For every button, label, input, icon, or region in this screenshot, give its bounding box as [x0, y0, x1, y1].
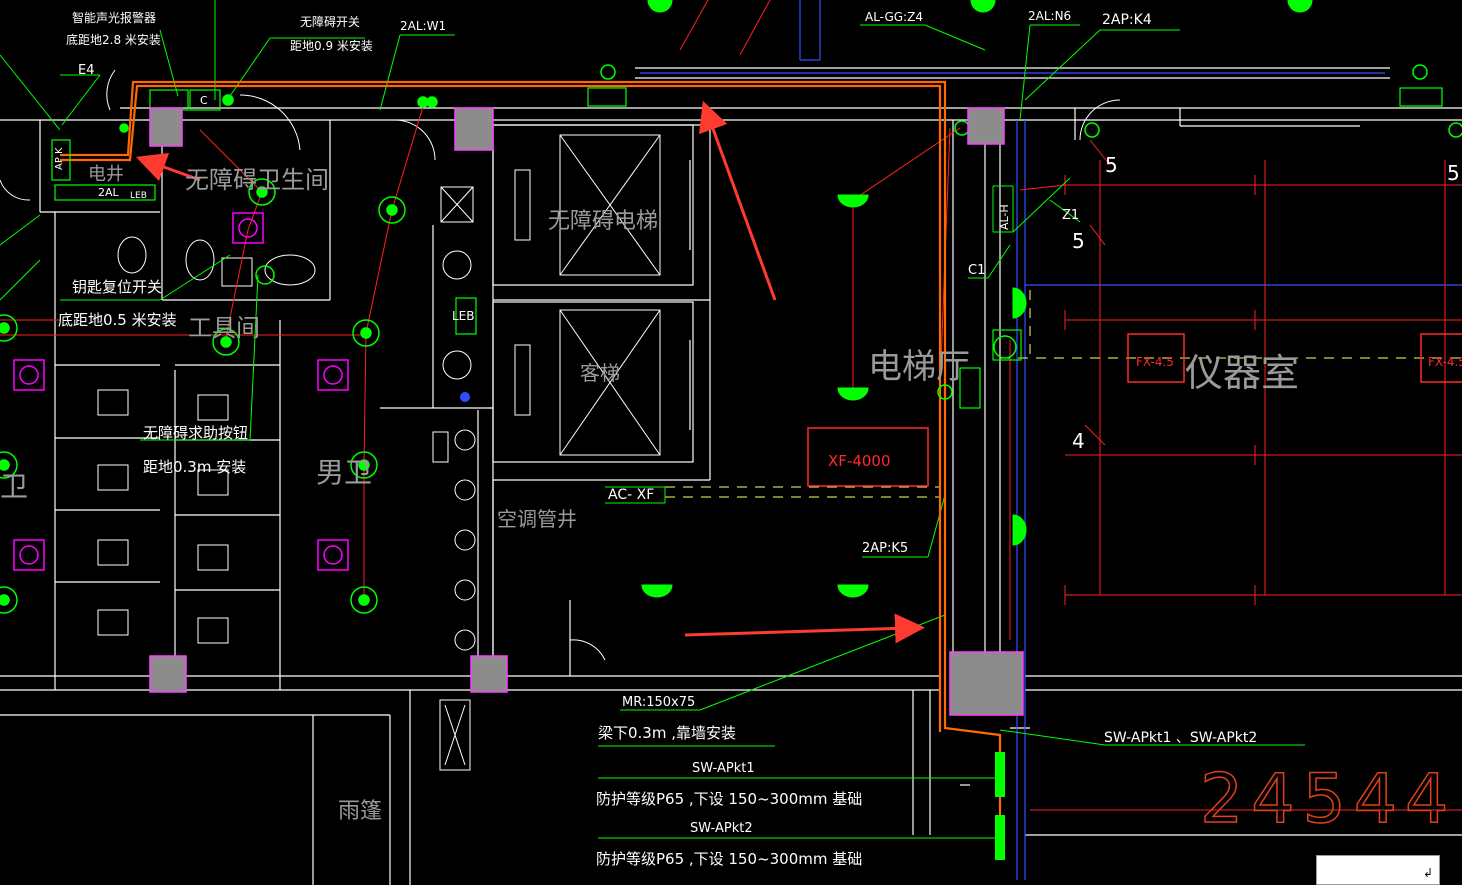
exhaust-fans: [13, 212, 349, 571]
xf4000-label: XF-4000: [828, 452, 891, 470]
alh-label: AL-H: [998, 204, 1011, 230]
big-dimension-number: 24544: [1200, 760, 1456, 839]
annotation-text: 智能声光报警器 底距地2.8 米安装 无障碍开关 距地0.9 米安装 E4 AP…: [54, 9, 1462, 868]
room-female-wc: 女卫: [0, 470, 28, 503]
leb-small-label: LEB: [130, 191, 147, 201]
ag-label: AL-GG:Z4: [865, 10, 923, 24]
leader-lines: [0, 0, 1305, 839]
sw2-spec: 防护等级P65 ,下设 150~300mm 基础: [596, 850, 862, 868]
panel-2al-label: 2AL: [98, 186, 120, 199]
sw-pair-label: SW-APkt1 、SW-APkt2: [1104, 730, 1257, 746]
wl-2al-label: 2AL:W1: [400, 19, 446, 33]
room-canopy: 雨篷: [338, 799, 382, 824]
room-male-wc: 男卫: [316, 456, 372, 489]
blue-lines: [640, 0, 1462, 880]
room-passenger-elevator: 客梯: [580, 361, 620, 385]
luminaires: [641, 0, 1313, 598]
sanitary-fixtures: [97, 186, 476, 651]
panel-apk-label: AP K: [54, 147, 65, 170]
room-ac-shaft: 空调管井: [497, 507, 577, 531]
floor-plan-canvas[interactable]: 智能声光报警器 底距地2.8 米安装 无障碍开关 距地0.9 米安装 E4 AP…: [0, 0, 1462, 885]
cad-drawing-view[interactable]: 智能声光报警器 底距地2.8 米安装 无障碍开关 距地0.9 米安装 E4 AP…: [0, 0, 1462, 885]
n6-label: 2AL:N6: [1028, 9, 1071, 23]
fx-a-label: FX-4.5: [1136, 355, 1174, 369]
e4-label: E4: [78, 63, 95, 78]
circuit-5a: 5: [1105, 153, 1118, 177]
alarm-mount: 底距地2.8 米安装: [66, 32, 161, 47]
circuit-5c: 5: [1072, 229, 1085, 253]
corner-glyph: ↲: [1422, 866, 1433, 880]
z1-label: Z1: [1062, 208, 1079, 223]
structural-columns: [149, 107, 1024, 716]
branch-wiring: [0, 0, 1462, 811]
alarm-title: 智能声光报警器: [72, 10, 156, 25]
ac-xf-label: AC- XF: [608, 487, 654, 503]
room-elec-shaft: 电井: [88, 164, 124, 185]
help-button-label: 无障碍求助按钮: [143, 424, 248, 442]
key-reset-label: 钥匙复位开关: [72, 278, 162, 296]
help-button-mount: 距地0.3m 安装: [143, 458, 246, 476]
room-barrier-wc: 无障碍卫生间: [185, 166, 329, 194]
k5-label: 2AP:K5: [862, 541, 908, 556]
sw1-label: SW-APkt1: [692, 761, 755, 776]
c-label: C: [200, 94, 208, 107]
k4-label: 2AP:K4: [1102, 12, 1152, 28]
barrier-switch-label: 无障碍开关: [300, 14, 360, 29]
room-tool-room: 工具间: [188, 314, 260, 342]
room-barrier-elevator: 无障碍电梯: [548, 209, 658, 234]
fx-b-label: FX-4.5: [1428, 355, 1462, 369]
c1-label: C1: [968, 263, 985, 278]
sw2-label: SW-APkt2: [690, 821, 753, 836]
leb-big-label: LEB: [452, 309, 475, 323]
room-elevator-hall: 电梯厅: [868, 347, 970, 387]
mr-mount-label: 梁下0.3m ,靠墙安装: [598, 724, 736, 742]
command-line-box[interactable]: ↲: [1316, 855, 1440, 885]
circuit-4: 4: [1072, 429, 1085, 453]
dashed-circuits: [665, 290, 1462, 498]
barrier-switch-mount: 距地0.9 米安装: [290, 38, 373, 53]
sw1-spec: 防护等级P65 ,下设 150~300mm 基础: [596, 790, 862, 808]
circuit-5b: 5: [1447, 161, 1460, 185]
mr-size-label: MR:150x75: [622, 695, 695, 710]
key-reset-mount: 底距地0.5 米安装: [58, 311, 177, 329]
room-instrument: 仪器室: [1185, 351, 1299, 395]
